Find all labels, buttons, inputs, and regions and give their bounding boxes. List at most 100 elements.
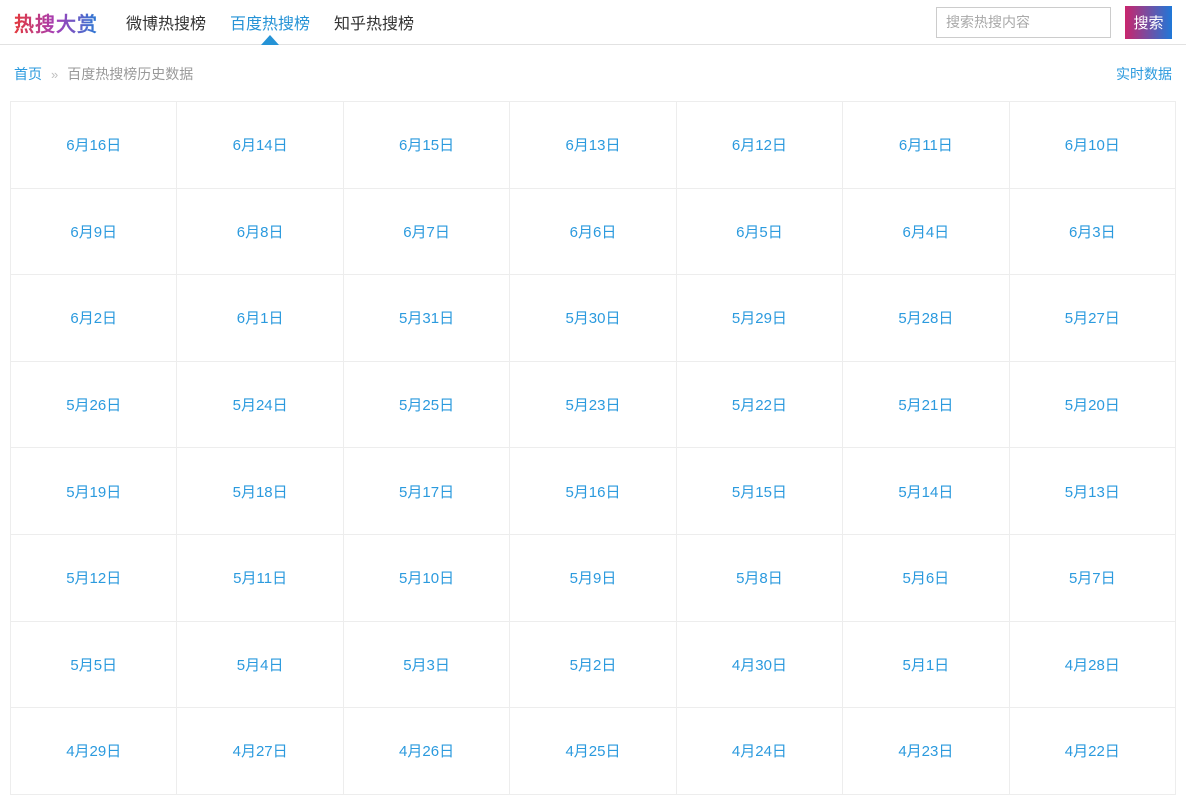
date-link[interactable]: 4月26日 <box>399 740 454 761</box>
date-cell: 5月29日 <box>676 275 844 362</box>
date-cell: 5月30日 <box>510 275 677 362</box>
date-cell: 5月28日 <box>843 275 1010 362</box>
date-link[interactable]: 5月17日 <box>399 481 454 502</box>
date-link[interactable]: 5月13日 <box>1065 481 1120 502</box>
date-link[interactable]: 5月1日 <box>903 654 950 675</box>
date-link[interactable]: 5月22日 <box>732 394 787 415</box>
date-link[interactable]: 5月25日 <box>399 394 454 415</box>
date-cell: 6月13日 <box>510 102 677 189</box>
date-link[interactable]: 4月23日 <box>898 740 953 761</box>
date-cell: 4月30日 <box>676 621 844 709</box>
date-link[interactable]: 5月3日 <box>403 654 450 675</box>
date-link[interactable]: 6月11日 <box>899 134 953 155</box>
date-link[interactable]: 6月13日 <box>565 134 620 155</box>
date-link[interactable]: 5月5日 <box>70 654 117 675</box>
date-link[interactable]: 5月23日 <box>565 394 620 415</box>
date-link[interactable]: 5月14日 <box>898 481 953 502</box>
weibo-hot-tab[interactable]: 微博热搜榜 <box>126 0 206 44</box>
date-cell: 5月14日 <box>843 448 1010 535</box>
date-link[interactable]: 5月24日 <box>233 394 288 415</box>
date-cell: 5月16日 <box>510 448 677 535</box>
date-cell: 6月9日 <box>11 188 178 276</box>
date-cell: 4月24日 <box>676 708 844 795</box>
date-link[interactable]: 6月10日 <box>1065 134 1120 155</box>
date-cell: 6月12日 <box>676 102 844 189</box>
date-link[interactable]: 5月10日 <box>399 567 454 588</box>
date-link[interactable]: 5月8日 <box>736 567 783 588</box>
date-link[interactable]: 6月8日 <box>237 221 284 242</box>
date-link[interactable]: 5月16日 <box>565 481 620 502</box>
date-link[interactable]: 6月2日 <box>70 307 117 328</box>
date-cell: 6月7日 <box>343 188 511 276</box>
zhihu-hot-tab[interactable]: 知乎热搜榜 <box>334 0 414 44</box>
date-link[interactable]: 5月11日 <box>233 567 287 588</box>
date-link[interactable]: 5月2日 <box>570 654 617 675</box>
date-cell: 5月8日 <box>676 534 844 622</box>
date-link[interactable]: 5月4日 <box>237 654 284 675</box>
date-link[interactable]: 4月27日 <box>233 740 288 761</box>
date-link[interactable]: 5月30日 <box>565 307 620 328</box>
date-cell: 6月5日 <box>676 188 844 276</box>
date-cell: 5月12日 <box>11 534 178 622</box>
date-link[interactable]: 5月27日 <box>1065 307 1120 328</box>
date-cell: 5月10日 <box>343 534 511 622</box>
date-cell: 5月4日 <box>177 621 344 709</box>
date-cell: 6月8日 <box>177 188 344 276</box>
date-link[interactable]: 5月26日 <box>66 394 121 415</box>
date-link[interactable]: 6月14日 <box>233 134 288 155</box>
breadcrumb-separator: » <box>51 66 59 82</box>
date-link[interactable]: 6月16日 <box>66 134 121 155</box>
date-cell: 5月2日 <box>510 621 677 709</box>
active-tab-caret-icon <box>261 35 280 45</box>
date-link[interactable]: 5月28日 <box>898 307 953 328</box>
date-link[interactable]: 6月7日 <box>403 221 450 242</box>
date-link[interactable]: 6月12日 <box>732 134 787 155</box>
date-cell: 5月13日 <box>1009 448 1176 535</box>
date-link[interactable]: 4月22日 <box>1065 740 1120 761</box>
date-cell: 4月27日 <box>177 708 344 795</box>
date-link[interactable]: 5月9日 <box>570 567 617 588</box>
search-input[interactable] <box>936 6 1111 38</box>
date-link[interactable]: 4月24日 <box>732 740 787 761</box>
search-button[interactable]: 搜索 <box>1125 5 1172 39</box>
date-history-grid: 6月16日 6月14日 6月15日 6月13日 6月12日 6月11日 6月10日 6月9日 6… <box>10 101 1176 795</box>
date-cell: 5月19日 <box>11 448 178 535</box>
date-cell: 5月27日 <box>1009 275 1176 362</box>
date-cell: 5月7日 <box>1009 534 1176 622</box>
date-cell: 6月10日 <box>1009 102 1176 189</box>
site-logo[interactable]: 热搜大赏 <box>14 8 98 37</box>
date-link[interactable]: 5月12日 <box>66 567 121 588</box>
date-link[interactable]: 5月18日 <box>233 481 288 502</box>
date-cell: 5月18日 <box>177 448 344 535</box>
date-link[interactable]: 5月19日 <box>66 481 121 502</box>
date-cell: 5月17日 <box>343 448 511 535</box>
baidu-hot-tab[interactable]: 百度热搜榜 <box>230 0 310 45</box>
date-link[interactable]: 4月29日 <box>66 740 121 761</box>
date-cell: 6月4日 <box>843 188 1010 276</box>
date-link[interactable]: 6月4日 <box>903 221 950 242</box>
date-cell: 6月2日 <box>11 275 178 362</box>
date-link[interactable]: 6月9日 <box>70 221 117 242</box>
realtime-data-link[interactable]: 实时数据 <box>1116 64 1172 84</box>
date-link[interactable]: 6月3日 <box>1069 221 1116 242</box>
date-link[interactable]: 5月21日 <box>898 394 953 415</box>
date-link[interactable]: 6月5日 <box>736 221 783 242</box>
date-cell: 5月20日 <box>1009 361 1176 449</box>
date-link[interactable]: 6月6日 <box>570 221 617 242</box>
date-cell: 5月5日 <box>11 621 178 709</box>
date-link[interactable]: 5月7日 <box>1069 567 1116 588</box>
date-link[interactable]: 6月1日 <box>237 307 284 328</box>
date-link[interactable]: 4月25日 <box>565 740 620 761</box>
date-link[interactable]: 5月15日 <box>732 481 787 502</box>
date-link[interactable]: 5月20日 <box>1065 394 1120 415</box>
date-cell: 4月25日 <box>510 708 677 795</box>
date-link[interactable]: 4月28日 <box>1065 654 1120 675</box>
breadcrumb-home-link[interactable]: 首页 <box>14 64 42 84</box>
date-link[interactable]: 5月29日 <box>732 307 787 328</box>
date-link[interactable]: 4月30日 <box>732 654 787 675</box>
date-link[interactable]: 5月6日 <box>903 567 950 588</box>
date-link[interactable]: 5月31日 <box>399 307 454 328</box>
date-link[interactable]: 6月15日 <box>399 134 454 155</box>
breadcrumb-current: 百度热搜榜历史数据 <box>67 66 194 82</box>
date-cell: 6月11日 <box>843 102 1010 189</box>
